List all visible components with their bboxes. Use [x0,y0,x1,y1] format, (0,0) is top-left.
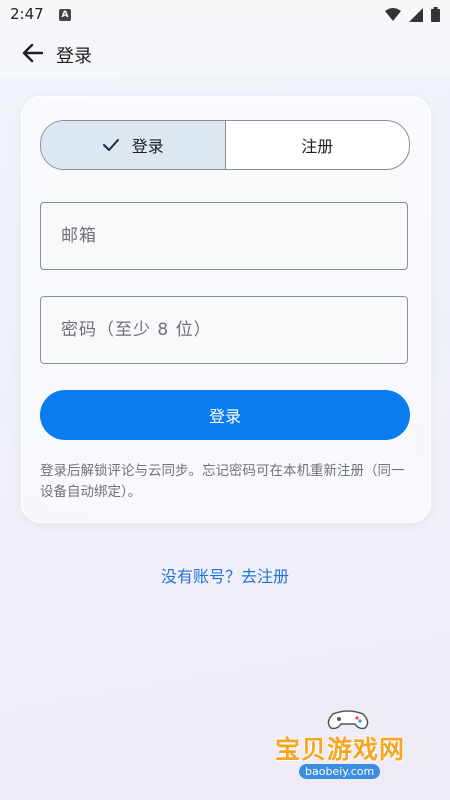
watermark-text: 宝贝游戏网 [275,735,406,764]
signal-icon [409,7,423,22]
battery-icon [431,7,440,22]
tab-register-label: 注册 [301,137,334,156]
go-register-link[interactable]: 没有账号？去注册 [0,563,450,587]
page-title: 登录 [56,46,92,67]
auth-tab-switcher: 登录 注册 [40,120,410,170]
gamepad-icon [327,710,369,730]
tab-register[interactable]: 注册 [226,121,410,169]
login-button[interactable]: 登录 [40,390,410,440]
status-time: 2:47 [10,5,44,23]
tab-login-label: 登录 [131,137,164,156]
password-field-container [40,296,408,364]
tab-login[interactable]: 登录 [41,121,226,169]
site-watermark: 宝贝游戏网 baobeiy.com [275,708,435,788]
email-field-container [40,202,408,270]
password-field[interactable] [41,297,407,363]
watermark-url: baobeiy.com [299,764,381,779]
notification-badge: A [59,9,71,21]
arrow-left-icon [22,43,43,63]
status-icons [385,7,440,22]
email-field[interactable] [41,203,407,269]
status-bar: 2:47 A [0,0,450,30]
back-button[interactable] [18,40,46,66]
app-bar: 登录 [0,30,450,76]
login-hint-text: 登录后解锁评论与云同步。忘记密码可在本机重新注册（同一设备自动绑定）。 [40,463,405,500]
wifi-icon [385,7,401,21]
check-icon [102,138,120,152]
